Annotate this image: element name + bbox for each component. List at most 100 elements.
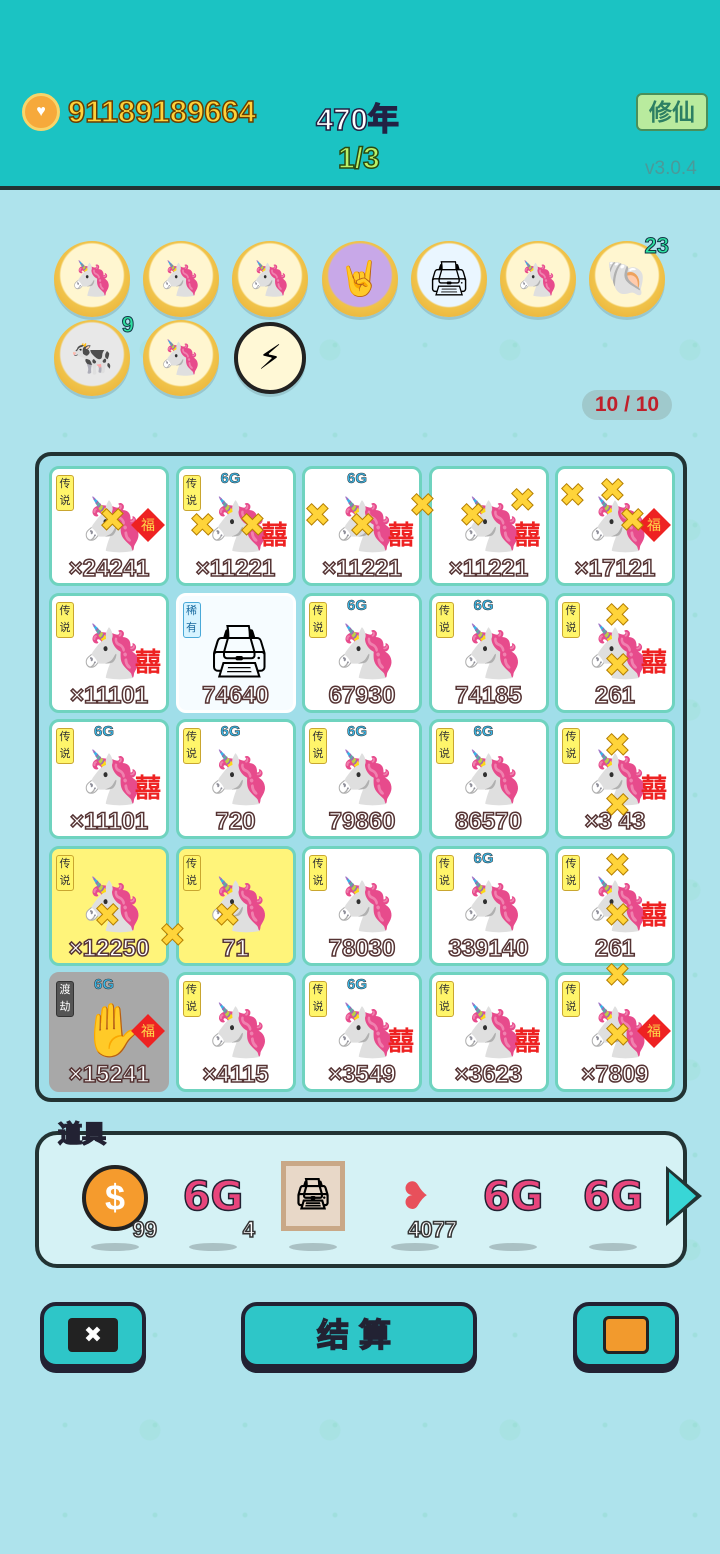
cell-multiplier: 261: [594, 681, 636, 710]
board-cell[interactable]: 渡劫 6G ✋ 福 ×15241: [49, 972, 169, 1092]
board-cell[interactable]: 传说 6G 🦄 74185: [428, 592, 549, 713]
board-cell[interactable]: 传说 6G 🦄 86570: [428, 719, 549, 839]
unicorn-icon[interactable]: 🦄: [143, 320, 219, 396]
unicorn-icon: 🦄: [333, 622, 398, 681]
board-cell[interactable]: 传说 6G 🦄 720: [175, 719, 296, 839]
board-cell[interactable]: 稀有 🖨 74640: [175, 592, 296, 713]
fortune-label: 福: [647, 517, 661, 533]
board-cell[interactable]: 传说 6G 🦄 囍 ×11101: [49, 719, 169, 839]
unicorn-icon[interactable]: 🦄: [54, 241, 130, 317]
board-cell[interactable]: 6G 🦄 囍 ×11221: [302, 466, 422, 586]
board-cell[interactable]: 传说 🦄 ×4115: [175, 972, 296, 1092]
unicorn-icon: 🦄: [206, 749, 272, 807]
double-happiness-icon: 囍: [134, 773, 161, 803]
6g-badge: 6G: [94, 723, 115, 741]
cell-multiplier: ×11101: [69, 681, 149, 710]
rarity-tag: 传说: [562, 981, 580, 1017]
unicorn-icon[interactable]: 🦄: [143, 241, 219, 317]
item-liver[interactable]: ❥ 4077: [377, 1165, 458, 1251]
unicorn-icon[interactable]: 🦄: [500, 241, 576, 317]
board-cell[interactable]: 传说 🦄 福 ×24241: [49, 466, 169, 586]
unicorn-icon: 🦄: [459, 622, 525, 681]
bag-button[interactable]: [573, 1302, 679, 1368]
cell-multiplier: 67930: [328, 681, 396, 710]
printer-icon[interactable]: 🖨: [411, 241, 487, 317]
unicorn-icon: 🦄: [459, 1002, 525, 1060]
item-6g[interactable]: 6G: [475, 1165, 551, 1251]
unicorn-icon[interactable]: 🦄: [232, 241, 308, 317]
lightning-icon[interactable]: ⚡: [234, 322, 306, 394]
unicorn-icon: 🦄: [459, 749, 525, 807]
cultivate-button[interactable]: 修仙: [636, 93, 708, 131]
board-cell[interactable]: 传说 🦄 ×12250: [49, 845, 169, 966]
board-cell[interactable]: 🦄 福 ×17121: [555, 466, 675, 586]
6g-badge: 6G: [473, 849, 494, 867]
rarity-tag: 传说: [182, 981, 201, 1017]
board-cell[interactable]: 传说 🦄 囍 ×11101: [49, 592, 169, 713]
buff-count: 9: [121, 312, 134, 338]
cell-multiplier: 86570: [454, 807, 522, 836]
cell-multiplier: 78030: [328, 934, 396, 963]
item-6g[interactable]: 6G: [575, 1165, 651, 1251]
item-dollar-coin[interactable]: $ 99: [77, 1165, 158, 1251]
item-qty: 4077: [407, 1216, 457, 1243]
cell-multiplier: ×3 43: [584, 807, 646, 836]
board-cell[interactable]: 传说 🦄 囍 ×3623: [428, 972, 549, 1092]
6g-badge: 6G: [347, 976, 368, 994]
cell-multiplier: 339140: [448, 934, 530, 963]
item-printer-frame[interactable]: 🖨: [275, 1161, 351, 1251]
cell-multiplier: ×17121: [574, 554, 656, 583]
shell-icon[interactable]: 🐚 23: [589, 233, 670, 317]
close-button[interactable]: ✖: [40, 1302, 146, 1368]
rarity-tag: 传说: [56, 854, 74, 891]
board-cell[interactable]: 🦄 囍 ×11221: [428, 466, 549, 586]
rarity-tag: 稀有: [182, 601, 201, 638]
cow-pair-icon[interactable]: 🐄 9: [54, 312, 135, 396]
cell-multiplier: ×11221: [195, 554, 276, 583]
settle-button[interactable]: 结算: [241, 1302, 477, 1368]
unicorn-icon: 🦄: [206, 875, 272, 934]
board-cell[interactable]: 传说 🦄 71: [175, 845, 296, 966]
items-next-arrow[interactable]: [666, 1166, 702, 1226]
board-cell[interactable]: 传说 🦄 福 ×7809: [555, 972, 675, 1092]
rarity-tag: 传说: [435, 728, 454, 764]
board-cell[interactable]: 传说 🦄 囍 ×3 43: [555, 719, 675, 839]
rarity-tag: 传说: [309, 854, 327, 891]
stage-progress: 1/3: [337, 141, 380, 176]
rock-hand-icon[interactable]: 🤘: [322, 241, 398, 317]
board-cell[interactable]: 传说 🦄 囍 261: [555, 845, 675, 966]
rarity-tag: 传说: [562, 854, 580, 891]
cell-multiplier: ×11221: [448, 554, 529, 583]
unicorn-icon: 🦄: [206, 1002, 272, 1060]
cell-multiplier: ×7809: [581, 1060, 650, 1089]
board-cell[interactable]: 传说 6G 🦄 囍 ×11221: [175, 466, 296, 586]
close-icon: ✖: [68, 1318, 118, 1352]
printer-frame-icon: 🖨: [275, 1161, 351, 1231]
board-cell[interactable]: 传说 6G 🦄 339140: [428, 845, 549, 966]
coin-balance: 91189189664: [67, 93, 256, 130]
item-6g[interactable]: 6G 4: [175, 1165, 256, 1251]
cell-multiplier: ×12250: [68, 934, 150, 963]
rarity-tag: 传说: [435, 854, 454, 891]
board-cell[interactable]: 传说 🦄 78030: [302, 845, 422, 966]
fortune-label: 福: [647, 1023, 661, 1039]
unicorn-icon: 🦄: [80, 875, 145, 934]
6g-badge: 6G: [347, 470, 368, 488]
cell-multiplier: ×3549: [328, 1060, 397, 1089]
rarity-tag: 传说: [309, 981, 327, 1017]
board-cell[interactable]: 传说 6G 🦄 囍 ×3549: [302, 972, 422, 1092]
printer-icon: 🖨: [206, 622, 273, 681]
board-cell[interactable]: 传说 6G 🦄 79860: [302, 719, 422, 839]
rarity-tag: 传说: [562, 728, 580, 764]
6g-icon: 6G: [482, 1173, 544, 1221]
items-bar: $ 99 6G 4 🖨 ❥ 4077 6G 6G: [35, 1131, 687, 1268]
briefcase-icon: [603, 1316, 649, 1354]
unicorn-icon: 🦄: [333, 1002, 398, 1060]
item-qty: 99: [132, 1216, 158, 1243]
board-cell[interactable]: 传说 🦄 囍 261: [555, 592, 675, 713]
double-happiness-icon: 囍: [261, 520, 288, 550]
board-cell[interactable]: 传说 6G 🦄 67930: [302, 592, 422, 713]
rarity-tag: 传说: [309, 728, 327, 764]
cell-multiplier: 720: [215, 807, 257, 836]
unicorn-icon: 🦄: [333, 496, 398, 554]
